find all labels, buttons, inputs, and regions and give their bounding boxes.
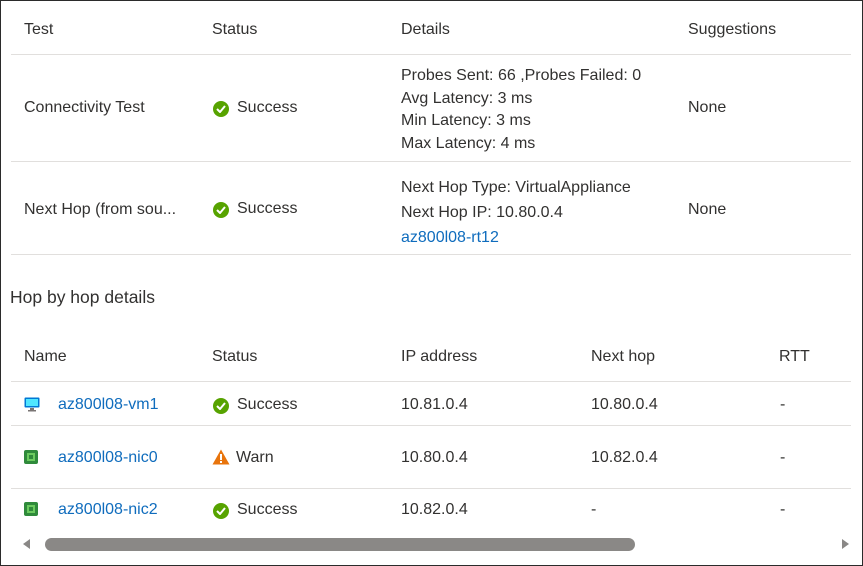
- header-divider: [11, 381, 851, 382]
- details-cell: Probes Sent: 66 ,Probes Failed: 0 Avg La…: [401, 65, 641, 155]
- column-header-status: Status: [212, 21, 258, 38]
- details-line: Next Hop Type: VirtualAppliance: [401, 179, 631, 196]
- scroll-right-icon[interactable]: [842, 539, 849, 549]
- section-title: Hop by hop details: [10, 287, 155, 307]
- network-interface-icon: [24, 502, 38, 521]
- column-header-test: Test: [24, 21, 54, 38]
- success-check-icon: [213, 503, 229, 519]
- ip-address: 10.81.0.4: [401, 396, 468, 413]
- details-line: Avg Latency: 3 ms: [401, 89, 533, 107]
- column-header-rtt: RTT: [779, 348, 810, 365]
- test-name: Next Hop (from sou...: [24, 201, 177, 218]
- row-divider: [11, 425, 851, 426]
- rtt-value: -: [780, 449, 786, 466]
- next-hop: -: [591, 501, 597, 518]
- test-name: Connectivity Test: [24, 99, 145, 116]
- column-header-next-hop: Next hop: [591, 348, 656, 365]
- column-header-details: Details: [401, 21, 450, 38]
- ip-address: 10.82.0.4: [401, 501, 468, 518]
- warning-icon: [212, 449, 230, 470]
- details-line: Min Latency: 3 ms: [401, 112, 531, 129]
- scrollbar-thumb[interactable]: [45, 538, 635, 551]
- row-divider: [11, 254, 851, 255]
- details-cell: Next Hop Type: VirtualAppliance Next Hop…: [401, 175, 631, 250]
- ip-address: 10.80.0.4: [401, 449, 468, 466]
- details-line: Next Hop IP: 10.80.0.4: [401, 204, 563, 221]
- header-divider: [11, 54, 851, 55]
- route-table-link[interactable]: az800l08-rt12: [401, 225, 631, 250]
- column-header-status: Status: [212, 348, 258, 365]
- rtt-value: -: [780, 396, 786, 413]
- suggestions-text: None: [688, 201, 727, 218]
- network-interface-icon: [24, 450, 38, 469]
- rtt-value: -: [780, 501, 786, 518]
- virtual-machine-icon: [24, 397, 40, 417]
- column-header-suggestions: Suggestions: [688, 21, 777, 38]
- status-text: Warn: [236, 449, 274, 466]
- scroll-left-icon[interactable]: [23, 539, 30, 549]
- success-check-icon: [213, 398, 229, 414]
- hop-name-link[interactable]: az800l08-nic2: [58, 501, 158, 519]
- success-check-icon: [213, 101, 229, 117]
- results-panel: Test Status Details Suggestions Connecti…: [0, 0, 863, 566]
- row-divider: [11, 488, 851, 489]
- status-text: Success: [237, 396, 298, 413]
- status-text: Success: [237, 200, 298, 217]
- column-header-ip: IP address: [401, 348, 478, 365]
- suggestions-text: None: [688, 99, 727, 116]
- hop-name-link[interactable]: az800l08-nic0: [58, 449, 158, 467]
- success-check-icon: [213, 202, 229, 218]
- details-line: Max Latency: 4 ms: [401, 134, 536, 152]
- column-header-name: Name: [24, 348, 67, 365]
- details-line: Probes Sent: 66 ,Probes Failed: 0: [401, 67, 642, 84]
- status-text: Success: [237, 99, 298, 116]
- next-hop: 10.82.0.4: [591, 449, 658, 466]
- row-divider: [11, 161, 851, 162]
- next-hop: 10.80.0.4: [591, 396, 658, 413]
- hop-name-link[interactable]: az800l08-vm1: [58, 396, 159, 414]
- status-text: Success: [237, 501, 298, 518]
